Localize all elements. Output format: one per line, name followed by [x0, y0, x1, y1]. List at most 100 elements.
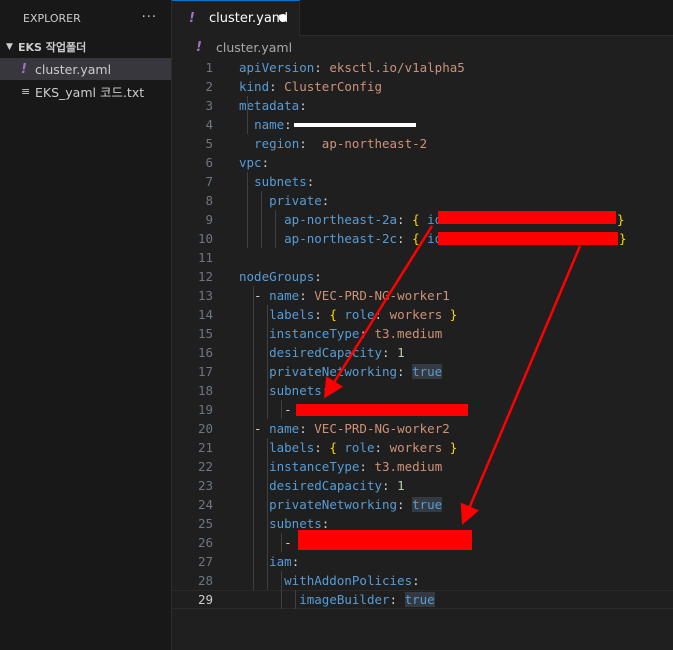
code-token: metadata: [239, 98, 300, 113]
breadcrumb[interactable]: ! cluster.yaml: [172, 37, 673, 58]
code-token: :: [359, 459, 375, 474]
code-line[interactable]: 17 privateNetworking: true: [172, 362, 673, 381]
code-line[interactable]: 21 labels: { role: workers }: [172, 438, 673, 457]
line-text: instanceType: t3.medium: [239, 457, 442, 476]
code-line[interactable]: 29 imageBuilder: true: [172, 590, 673, 609]
line-number: 15: [197, 326, 213, 341]
code-token: apiVersion: [239, 60, 315, 75]
code-line[interactable]: 18 subnets:: [172, 381, 673, 400]
line-text: apiVersion: eksctl.io/v1alpha5: [239, 58, 465, 77]
code-token: {: [412, 231, 420, 246]
code-line[interactable]: 13 - name: VEC-PRD-NG-worker1: [172, 286, 673, 305]
more-actions-icon[interactable]: ···: [142, 10, 157, 25]
code-token: {: [412, 212, 420, 227]
code-token: t3.medium: [374, 326, 443, 341]
code-token: t3.medium: [374, 459, 443, 474]
redaction-box: [296, 404, 468, 416]
code-token: VEC-PRD-NG-worker2: [314, 421, 450, 436]
code-token: :: [299, 136, 322, 151]
code-line[interactable]: 20 - name: VEC-PRD-NG-worker2: [172, 419, 673, 438]
code-line[interactable]: 2 kind: ClusterConfig: [172, 77, 673, 96]
line-text: region: ap-northeast-2: [239, 134, 427, 153]
code-line[interactable]: 28 withAddonPolicies:: [172, 571, 673, 590]
code-token: workers: [389, 307, 443, 322]
code-token: true: [404, 592, 435, 607]
line-text: -: [239, 400, 299, 419]
line-number: 20: [197, 421, 213, 436]
code-token: :: [321, 193, 330, 208]
indent-guide: [281, 400, 282, 419]
line-text: subnets:: [239, 172, 314, 191]
code-line[interactable]: 14 labels: { role: workers }: [172, 305, 673, 324]
chevron-down-icon: ▼: [6, 42, 13, 52]
code-token: workers: [389, 440, 443, 455]
explorer-title: EXPLORER: [23, 11, 81, 25]
text-file-icon: ≡: [21, 84, 31, 98]
code-line[interactable]: 16 desiredCapacity: 1: [172, 343, 673, 362]
code-token: ClusterConfig: [284, 79, 383, 94]
code-token: :: [382, 345, 398, 360]
tab-bar: ! cluster.yaml: [172, 0, 673, 36]
code-token: subnets: [269, 516, 322, 531]
code-token: :: [374, 440, 390, 455]
indent-guide: [281, 533, 282, 552]
line-number: 14: [197, 307, 213, 322]
code-token: true: [412, 497, 443, 512]
code-token: instanceType: [269, 326, 360, 341]
code-token: :: [382, 478, 398, 493]
code-token: ap-northeast-2c: [284, 231, 398, 246]
code-token: nodeGroups: [239, 269, 315, 284]
code-token: role: [344, 307, 375, 322]
unsaved-dot-icon[interactable]: [279, 14, 287, 22]
code-token: -: [239, 535, 300, 550]
tab-cluster-yaml[interactable]: ! cluster.yaml: [172, 0, 300, 36]
code-token: :: [299, 98, 307, 113]
code-token: :: [321, 516, 330, 531]
file-eks-yaml-txt[interactable]: ≡ EKS_yaml 코드.txt: [0, 80, 171, 102]
line-number: 5: [205, 136, 213, 151]
file-cluster-yaml[interactable]: ! cluster.yaml: [0, 58, 171, 80]
code-token: :: [314, 60, 330, 75]
line-text: labels: { role: workers }: [239, 438, 457, 457]
line-number: 22: [197, 459, 213, 474]
code-line[interactable]: 27 iam:: [172, 552, 673, 571]
code-token: :: [314, 269, 322, 284]
code-token: :: [374, 307, 390, 322]
yaml-icon: !: [189, 11, 195, 26]
code-line[interactable]: 12 nodeGroups:: [172, 267, 673, 286]
code-token: imageBuilder: [299, 592, 390, 607]
code-line[interactable]: 24 privateNetworking: true: [172, 495, 673, 514]
line-text: instanceType: t3.medium: [239, 324, 442, 343]
code-token: region: [254, 136, 300, 151]
code-line[interactable]: 5 region: ap-northeast-2: [172, 134, 673, 153]
line-number: 13: [197, 288, 213, 303]
code-line[interactable]: 15 instanceType: t3.medium: [172, 324, 673, 343]
code-token: :: [321, 383, 330, 398]
line-number: 4: [205, 117, 213, 132]
explorer-header: EXPLORER ···: [0, 0, 171, 36]
folder-eks[interactable]: ▼ EKS 작업폴더: [0, 36, 171, 58]
code-line[interactable]: 23 desiredCapacity: 1: [172, 476, 673, 495]
code-line[interactable]: 22 instanceType: t3.medium: [172, 457, 673, 476]
code-token: subnets: [269, 383, 322, 398]
code-line[interactable]: 11: [172, 248, 673, 267]
line-number: 29: [197, 592, 213, 607]
code-editor[interactable]: 1 apiVersion: eksctl.io/v1alpha5 2 kind: Cl…: [172, 58, 673, 609]
line-text: - name: VEC-PRD-NG-worker2: [239, 419, 450, 438]
line-text: desiredCapacity: 1: [239, 343, 405, 362]
file-label: cluster.yaml: [35, 61, 112, 77]
code-line[interactable]: 1 apiVersion: eksctl.io/v1alpha5: [172, 58, 673, 77]
code-token: :: [412, 573, 420, 588]
code-line[interactable]: 6 vpc:: [172, 153, 673, 172]
code-token: 1: [397, 345, 405, 360]
code-token: :: [269, 79, 285, 94]
code-token: privateNetworking: [269, 497, 398, 512]
